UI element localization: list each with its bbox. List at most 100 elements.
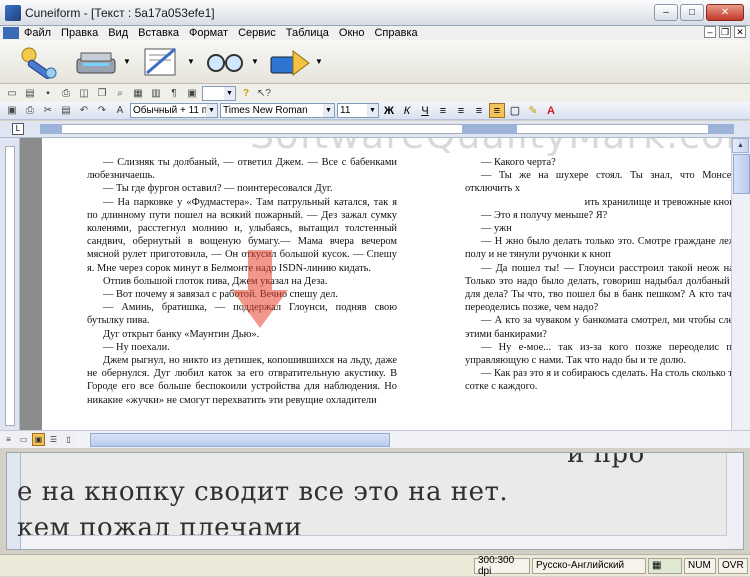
- paragraph-icon[interactable]: ¶: [166, 86, 182, 101]
- font-select[interactable]: Times New Roman ▼: [220, 103, 335, 118]
- menu-view[interactable]: Вид: [103, 27, 133, 39]
- scroll-up-button[interactable]: ▲: [732, 138, 749, 153]
- export-dropdown-icon[interactable]: ▼: [315, 57, 323, 66]
- language-status: Русско-Английский: [532, 557, 646, 574]
- scroll-thumb[interactable]: [733, 154, 750, 194]
- size-select[interactable]: 11 ▼: [337, 103, 379, 118]
- print-view-button[interactable]: ▣: [32, 433, 45, 446]
- layout-button[interactable]: ▼: [138, 42, 196, 82]
- maximize-button[interactable]: □: [680, 4, 704, 21]
- menu-insert[interactable]: Вставка: [133, 27, 184, 39]
- menu-window[interactable]: Окно: [334, 27, 370, 39]
- menu-table[interactable]: Таблица: [281, 27, 334, 39]
- paragraph: Джем рыгнул, но никто из детишек, копоши…: [87, 355, 397, 406]
- undo-icon[interactable]: ↶: [76, 103, 92, 118]
- recognize-button[interactable]: ▼: [202, 42, 260, 82]
- highlight-button[interactable]: ✎: [525, 103, 541, 118]
- menu-help[interactable]: Справка: [369, 27, 422, 39]
- paragraph: — Ты где фургон оставил? — поинтересовал…: [103, 183, 333, 195]
- text-column-right[interactable]: — Какого черта? — Ты же на шухере стоял.…: [465, 156, 731, 394]
- text-column-left[interactable]: — Слизняк ты долбаный, — ответил Джем. —…: [87, 156, 397, 407]
- print-icon[interactable]: ⎙: [58, 86, 74, 101]
- document-icon[interactable]: [3, 27, 19, 39]
- menu-tools[interactable]: Сервис: [233, 27, 281, 39]
- dpi-status: 300:300 dpi: [474, 555, 530, 577]
- open-icon[interactable]: ▤: [22, 86, 38, 101]
- paragraph: — ужн: [481, 223, 512, 235]
- recognize-dropdown-icon[interactable]: ▼: [251, 57, 259, 66]
- doc-save-icon[interactable]: ▣: [4, 103, 20, 118]
- bold-button[interactable]: Ж: [381, 103, 397, 118]
- preview-icon[interactable]: ◫: [76, 86, 92, 101]
- align-left-button[interactable]: ≡: [435, 103, 451, 118]
- doc-print-icon[interactable]: ⎙: [22, 103, 38, 118]
- menu-format[interactable]: Формат: [184, 27, 233, 39]
- num-status: NUM: [684, 557, 716, 574]
- frame-icon[interactable]: ▣: [184, 86, 200, 101]
- view-bar: ≡ ▭ ▣ ☰ ▯: [0, 430, 750, 448]
- align-center-button[interactable]: ≡: [453, 103, 469, 118]
- paste-icon[interactable]: ▤: [58, 103, 74, 118]
- image-text-line: и про: [567, 452, 645, 469]
- paragraph: — Ну е-мое... так из-за кого позже перео…: [465, 341, 731, 367]
- style-select[interactable]: Обычный + 11 пт, ▼: [130, 103, 218, 118]
- keyboard-icon: ▦: [648, 557, 682, 574]
- italic-button[interactable]: К: [399, 103, 415, 118]
- wizard-button[interactable]: [10, 42, 68, 82]
- preview-vertical-scrollbar[interactable]: [726, 453, 743, 549]
- paragraph: Отпив большой глоток пива, Джем указал н…: [103, 275, 328, 287]
- glasses-icon: [207, 53, 244, 72]
- formatting-toolbar: ▣ ⎙ ✂ ▤ ↶ ↷ A Обычный + 11 пт, ▼ Times Ne…: [0, 102, 750, 120]
- layout-dropdown-icon[interactable]: ▼: [187, 57, 195, 66]
- tab-selector[interactable]: L: [12, 123, 24, 135]
- preview-horizontal-scrollbar[interactable]: [21, 535, 727, 549]
- border-button[interactable]: ▢: [507, 103, 523, 118]
- image-preview-pane[interactable]: и про е на кнопку сводит все это на нет.…: [6, 452, 744, 550]
- zoom-select[interactable]: ▼: [202, 85, 236, 101]
- document-horizontal-scrollbar[interactable]: [76, 433, 728, 447]
- outline-view-button[interactable]: ☰: [47, 433, 60, 446]
- ovr-status: OVR: [718, 557, 748, 574]
- document-page[interactable]: — Слизняк ты долбаный, — ответил Джем. —…: [42, 138, 731, 430]
- new-icon[interactable]: ▭: [4, 86, 20, 101]
- copy-icon[interactable]: ❐: [94, 86, 110, 101]
- vertical-ruler[interactable]: [0, 138, 20, 430]
- horizontal-ruler[interactable]: L: [0, 121, 750, 138]
- mdi-restore-button[interactable]: ❐: [719, 26, 731, 38]
- table-icon[interactable]: ▦: [130, 86, 146, 101]
- export-button[interactable]: ▼: [266, 42, 324, 82]
- align-right-button[interactable]: ≡: [471, 103, 487, 118]
- mdi-minimize-button[interactable]: –: [704, 26, 716, 38]
- document-area[interactable]: — Слизняк ты долбаный, — ответил Джем. —…: [20, 138, 731, 430]
- font-color-button[interactable]: A: [543, 103, 559, 118]
- document-vertical-scrollbar[interactable]: ▲: [731, 138, 750, 430]
- horizontal-scroll-thumb[interactable]: [90, 433, 390, 447]
- grid-icon[interactable]: ▥: [148, 86, 164, 101]
- cut-icon[interactable]: ✂: [40, 103, 56, 118]
- normal-view-button[interactable]: ≡: [2, 433, 15, 446]
- menu-edit[interactable]: Правка: [56, 27, 103, 39]
- paragraph: Дуг открыт банку «Маунтин Дью».: [103, 328, 260, 340]
- redo-icon[interactable]: ↷: [94, 103, 110, 118]
- scanner-icon: [76, 52, 116, 73]
- layout-icon: [144, 47, 177, 75]
- zoom-icon[interactable]: ⌕: [112, 86, 128, 101]
- scan-button[interactable]: ▼: [74, 42, 132, 82]
- paragraph: — На парковке у «Фудмастера». Там патрул…: [87, 196, 397, 274]
- justify-button[interactable]: ≡: [489, 103, 505, 118]
- minimize-button[interactable]: –: [654, 4, 678, 21]
- reading-view-button[interactable]: ▯: [62, 433, 75, 446]
- menu-file[interactable]: Файл: [19, 27, 56, 39]
- export-icon: [270, 49, 310, 76]
- help-icon[interactable]: ?: [238, 86, 254, 101]
- close-button[interactable]: ✕: [706, 4, 744, 21]
- save-icon[interactable]: ▪: [40, 86, 56, 101]
- styles-icon[interactable]: A: [112, 103, 128, 118]
- paragraph: — Как раз это я и собираюсь сделать. На …: [465, 368, 731, 393]
- mdi-close-button[interactable]: ✕: [734, 26, 746, 38]
- web-view-button[interactable]: ▭: [17, 433, 30, 446]
- underline-button[interactable]: Ч: [417, 103, 433, 118]
- title-bar: Cuneiform - [Текст : 5a17a053efe1] – □ ✕: [0, 0, 750, 26]
- scan-dropdown-icon[interactable]: ▼: [123, 57, 131, 66]
- context-help-icon[interactable]: ↖?: [256, 86, 272, 101]
